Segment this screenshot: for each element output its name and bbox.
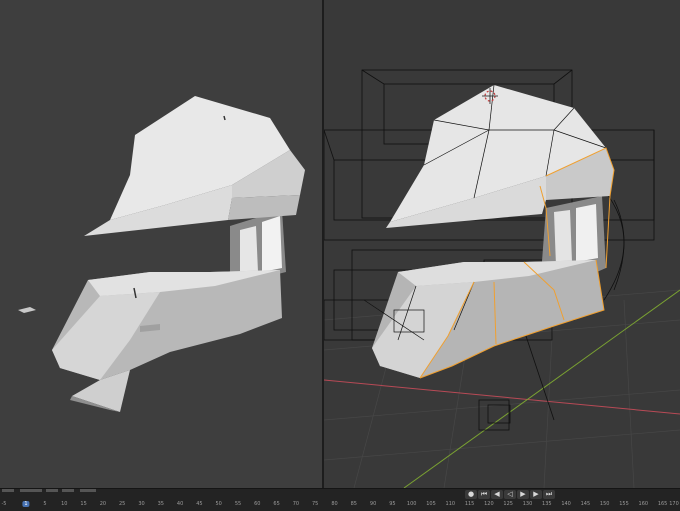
x-axis-line: [324, 379, 680, 415]
frame-tick-label: 50: [215, 501, 222, 507]
frame-tick-label: 30: [138, 501, 145, 507]
frame-tick-label: 155: [619, 501, 629, 507]
timeline-header-widget[interactable]: [46, 489, 58, 492]
frame-tick-label: 165: [657, 501, 668, 507]
viewport-right-wireframe[interactable]: [324, 0, 680, 488]
stray-plane: [18, 307, 36, 313]
frame-tick-label: 55: [234, 501, 242, 507]
frame-tick-label: 110: [445, 501, 456, 507]
visor-inner-panel: [262, 216, 282, 272]
frame-tick-label: 70: [292, 501, 300, 507]
frame-tick-label: 120: [484, 501, 494, 507]
helmet-solid-render: [18, 96, 305, 412]
frame-tick-label: 85: [350, 501, 357, 507]
frame-tick-label: 90: [369, 501, 377, 507]
frame-tick-label: 145: [580, 501, 591, 507]
frame-tick-label: 130: [522, 501, 533, 507]
timeline-panel[interactable]: ● ⏮ ◀ ◁ ▶ ▶ ⏭ 1 -5 5 10 15 20 25 30 35 40 45 50 55 60…: [0, 488, 680, 511]
frame-tick-label: 170: [669, 501, 679, 507]
timeline-header-widget[interactable]: [2, 489, 14, 492]
frame-tick-label: 15: [80, 501, 87, 507]
viewport-left-solid[interactable]: [0, 0, 322, 488]
helmet-brow-side: [228, 195, 300, 220]
timeline-header-widget[interactable]: [80, 489, 96, 492]
timeline-header-widget[interactable]: [20, 489, 42, 492]
frame-tick-label: -5: [1, 501, 7, 507]
frame-tick-label: 35: [157, 501, 164, 507]
frame-tick-label: 105: [426, 501, 436, 507]
next-keyframe-button[interactable]: ▶: [530, 490, 542, 499]
frame-tick-label: 160: [638, 501, 649, 507]
frame-tick-label: 40: [176, 501, 184, 507]
frame-tick-label: 140: [561, 501, 571, 507]
frame-tick-label: 65: [273, 501, 280, 507]
frame-tick-label: 150: [599, 501, 610, 507]
frame-tick-label: 20: [99, 501, 107, 507]
frame-tick-label: 125: [503, 501, 513, 507]
play-reverse-button[interactable]: ◁: [504, 490, 516, 499]
frame-tick-label: 95: [389, 501, 396, 507]
frame-tick-label: 115: [464, 501, 475, 507]
frame-tick-label: 45: [196, 501, 203, 507]
record-button[interactable]: ●: [465, 490, 477, 499]
frame-tick-label: 75: [312, 501, 319, 507]
frame-tick-label: 60: [254, 501, 261, 507]
frame-tick-label: 25: [119, 501, 126, 507]
visor-inner-strip: [240, 226, 258, 276]
jump-end-button[interactable]: ⏭: [543, 490, 555, 499]
prev-keyframe-button[interactable]: ◀: [491, 490, 503, 499]
playback-controls: ● ⏮ ◀ ◁ ▶ ▶ ⏭: [465, 489, 555, 500]
jump-start-button[interactable]: ⏮: [478, 490, 490, 499]
frame-tick-label: 135: [542, 501, 552, 507]
current-frame-indicator[interactable]: 1: [22, 501, 30, 507]
timeline-header-widget[interactable]: [62, 489, 74, 492]
frame-tick-label: 100: [406, 501, 417, 507]
play-button[interactable]: ▶: [517, 490, 529, 499]
frame-tick-label: 5: [43, 501, 47, 507]
frame-tick-label: 80: [331, 501, 338, 507]
frame-tick-label: 10: [61, 501, 68, 507]
helmet-wireframe-render: [324, 69, 680, 488]
